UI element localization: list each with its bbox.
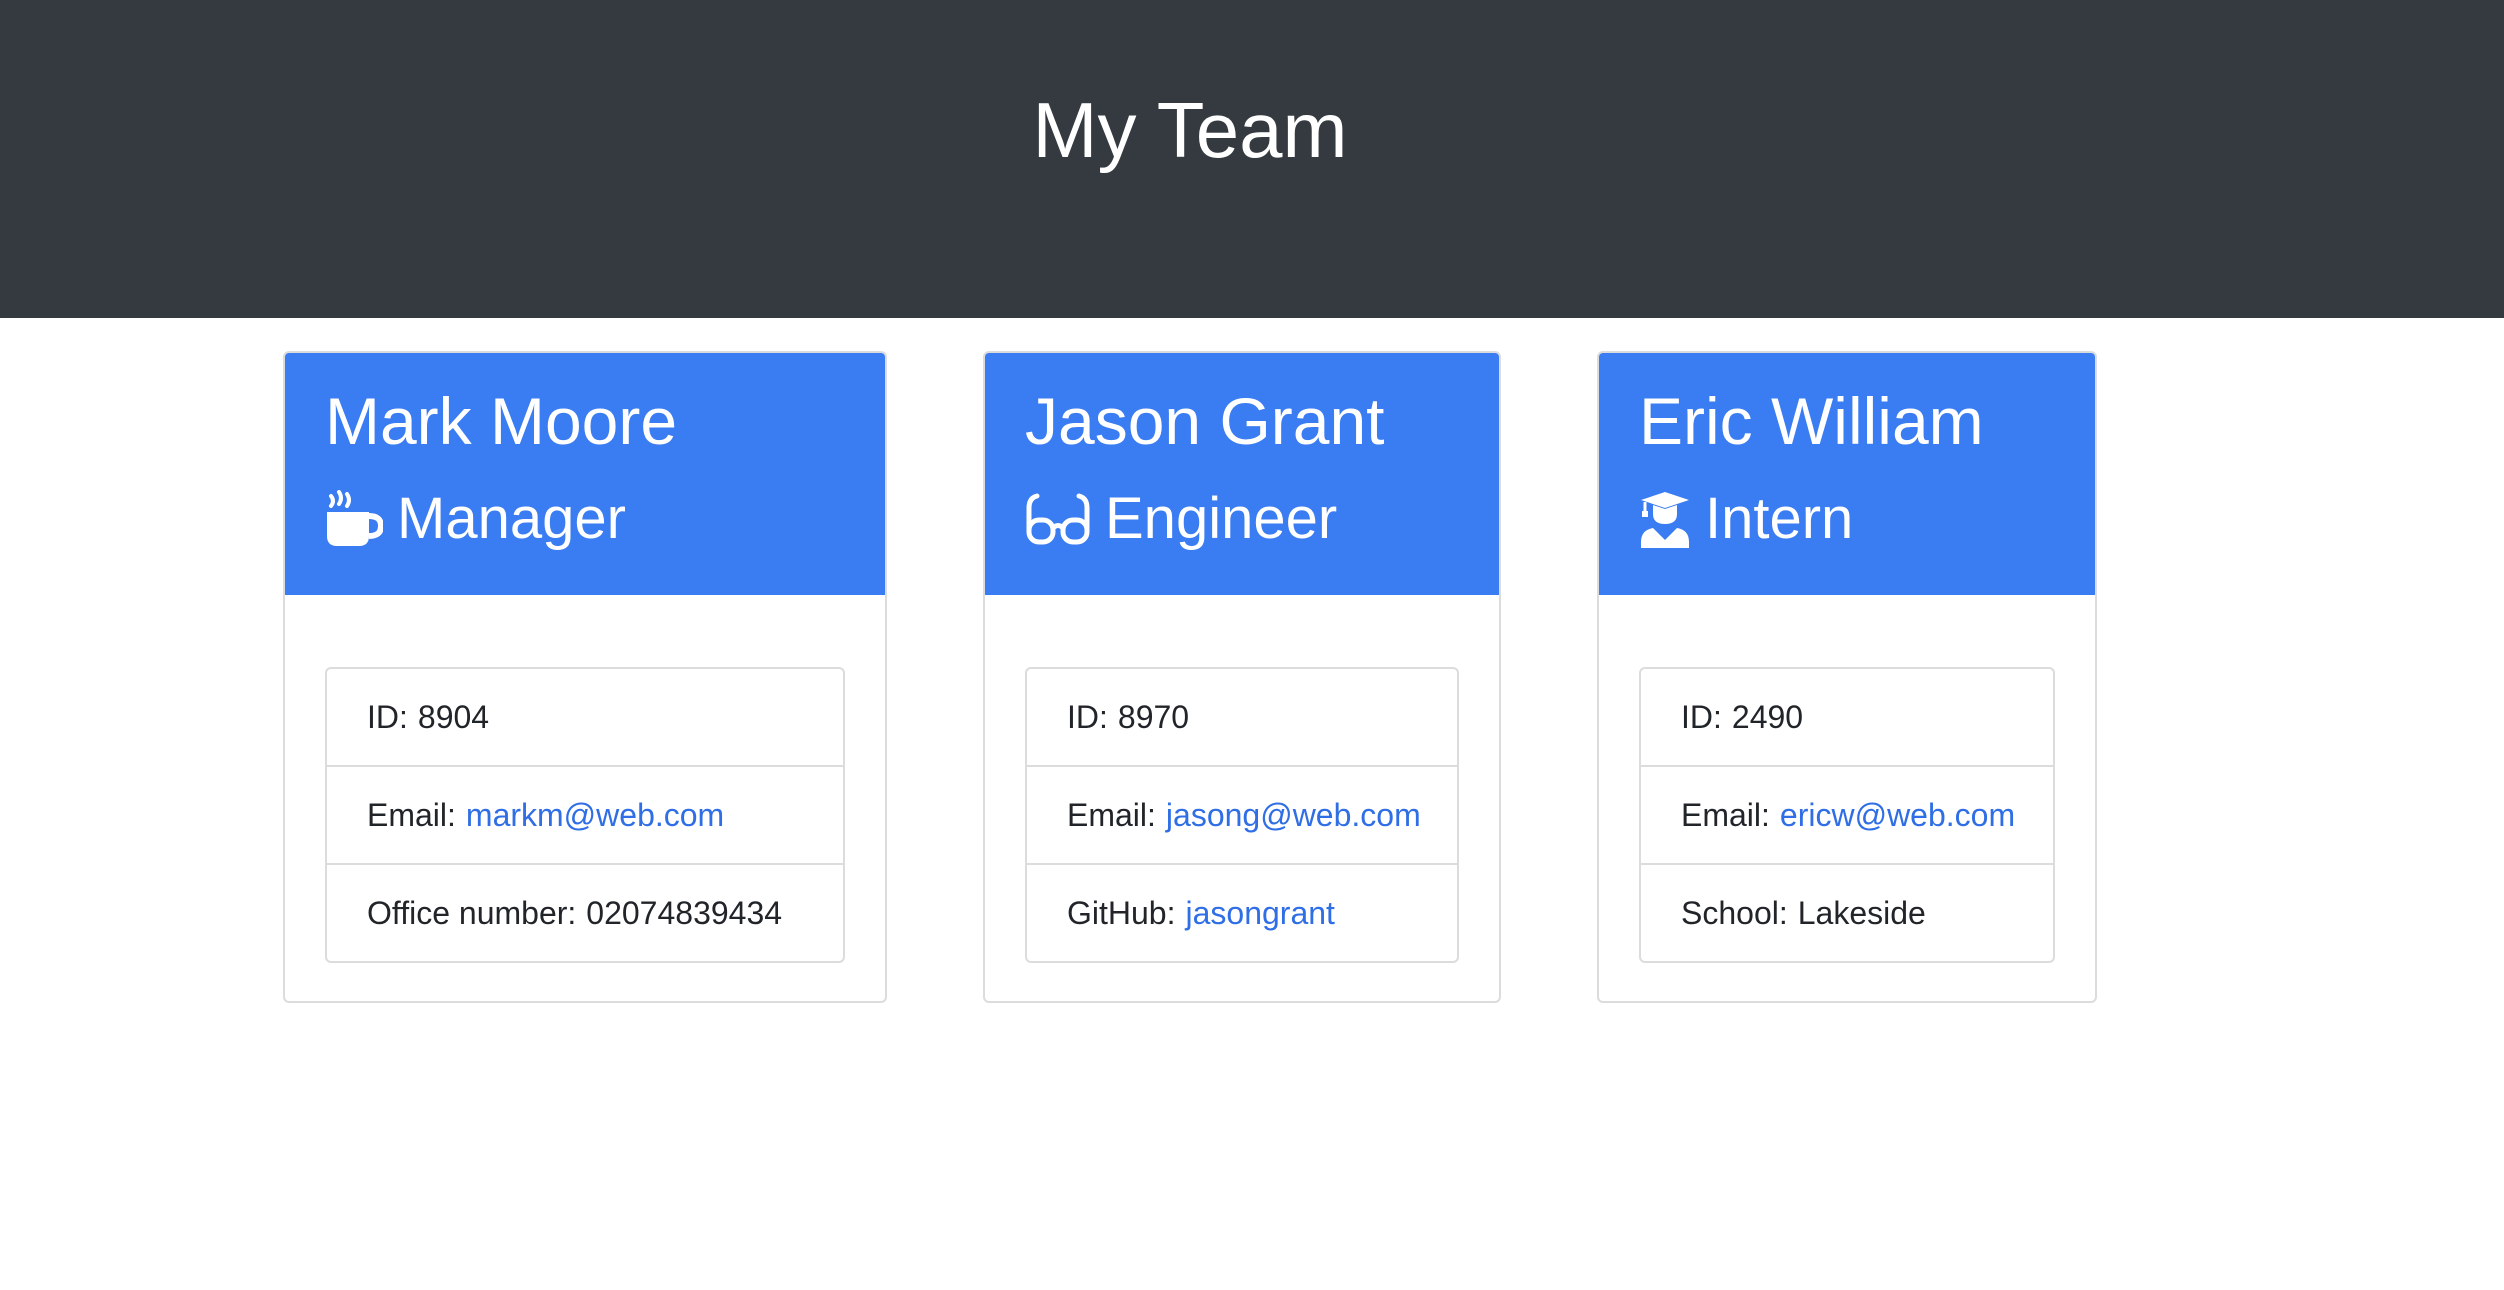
employee-details-list: ID: 2490 Email: ericw@web.com School: La…	[1639, 667, 2055, 963]
employee-card-manager: Mark Moore Manager ID: 8904 Email: markm…	[283, 351, 887, 1003]
email-row: Email: ericw@web.com	[1641, 767, 2053, 865]
id-label: ID:	[1067, 698, 1108, 735]
school-row: School: Lakeside	[1641, 865, 2053, 961]
coffee-mug-icon	[325, 490, 383, 548]
employee-name: Eric William	[1639, 384, 1984, 458]
role-label: Intern	[1705, 486, 1854, 551]
email-label: Email:	[1067, 796, 1156, 833]
glasses-icon	[1025, 490, 1091, 548]
office-number-row: Office number: 02074839434	[327, 865, 843, 961]
id-row: ID: 8970	[1027, 669, 1457, 767]
card-header: Eric William Intern	[1599, 353, 2095, 595]
email-link[interactable]: markm@web.com	[466, 797, 724, 834]
office-number-label: Office number:	[367, 894, 577, 931]
id-row: ID: 2490	[1641, 669, 2053, 767]
employee-card-intern: Eric William Intern ID: 2490 Email: eric…	[1597, 351, 2097, 1003]
email-row: Email: jasong@web.com	[1027, 767, 1457, 865]
id-value: 2490	[1731, 698, 1804, 735]
office-number-value: 02074839434	[586, 894, 783, 931]
email-label: Email:	[1681, 796, 1770, 833]
card-header: Mark Moore Manager	[285, 353, 885, 595]
employee-role: Manager	[325, 479, 626, 559]
employee-name: Jason Grant	[1025, 384, 1385, 458]
id-label: ID:	[367, 698, 408, 735]
page-title: My Team	[1032, 86, 1348, 174]
card-header: Jason Grant Engineer	[985, 353, 1499, 595]
graduate-user-icon	[1639, 490, 1691, 548]
school-label: School:	[1681, 894, 1788, 931]
role-label: Engineer	[1105, 486, 1338, 551]
school-value: Lakeside	[1797, 894, 1926, 931]
email-link[interactable]: jasong@web.com	[1166, 797, 1421, 834]
id-value: 8904	[417, 698, 490, 735]
page-header: My Team	[0, 0, 2504, 318]
employee-details-list: ID: 8970 Email: jasong@web.com GitHub: j…	[1025, 667, 1459, 963]
employee-details-list: ID: 8904 Email: markm@web.com Office num…	[325, 667, 845, 963]
email-label: Email:	[367, 796, 456, 833]
employee-card-engineer: Jason Grant Engineer ID: 8970 Email: jas…	[983, 351, 1501, 1003]
id-value: 8970	[1117, 698, 1190, 735]
employee-role: Intern	[1639, 479, 1853, 559]
employee-role: Engineer	[1025, 479, 1337, 559]
github-label: GitHub:	[1067, 894, 1176, 931]
employee-name: Mark Moore	[325, 384, 678, 458]
id-label: ID:	[1681, 698, 1722, 735]
github-link[interactable]: jasongrant	[1185, 895, 1334, 932]
email-row: Email: markm@web.com	[327, 767, 843, 865]
id-row: ID: 8904	[327, 669, 843, 767]
email-link[interactable]: ericw@web.com	[1780, 797, 2015, 834]
github-row: GitHub: jasongrant	[1027, 865, 1457, 961]
role-label: Manager	[397, 486, 626, 551]
